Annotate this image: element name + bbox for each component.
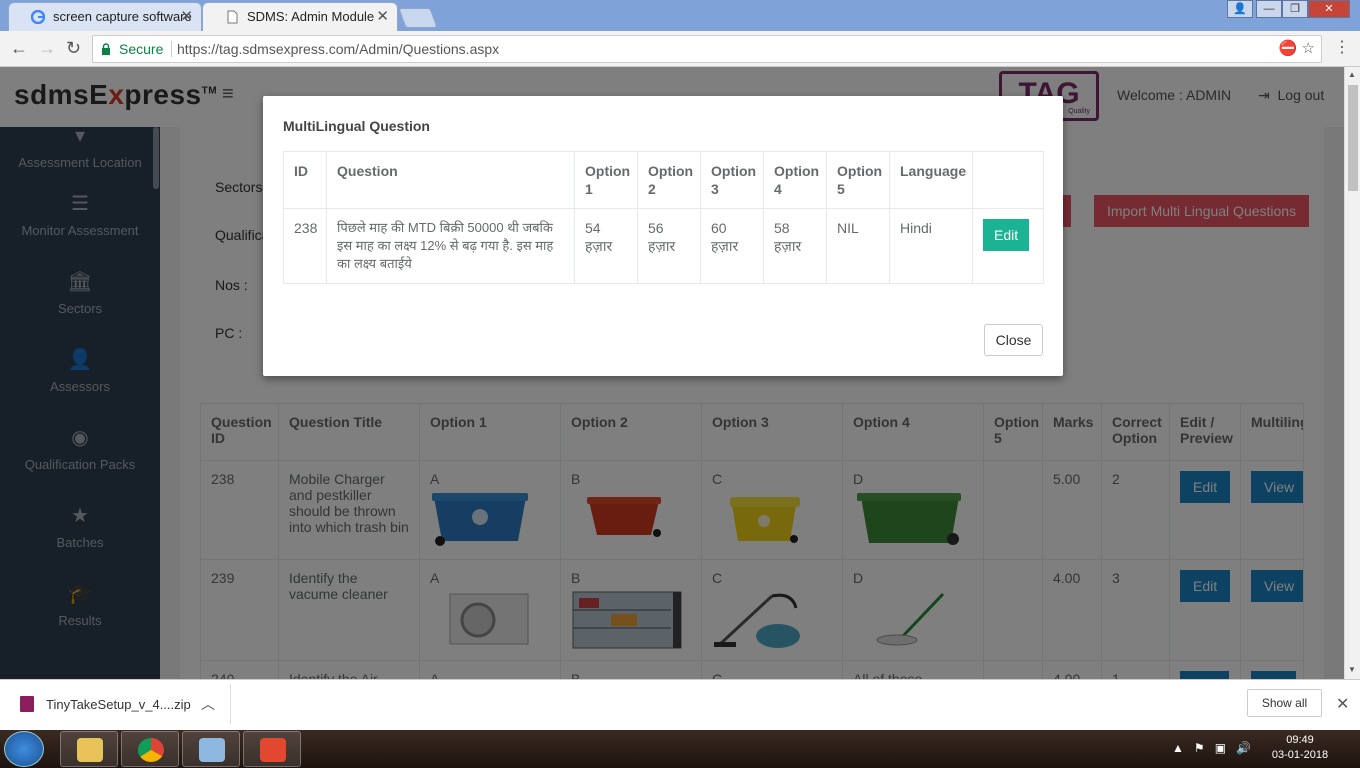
volume-icon[interactable]: 🔊 [1236, 741, 1251, 755]
zip-file-icon [20, 696, 34, 712]
page-scrollbar[interactable]: ▲ ▼ [1344, 67, 1360, 679]
new-tab-button[interactable] [398, 8, 438, 28]
cell-option-3: 60 हज़ार [700, 208, 764, 284]
clock-date: 03-01-2018 [1271, 749, 1329, 761]
column-header: Language [889, 151, 973, 209]
cell-id: 238 [283, 208, 327, 284]
secure-label: Secure [119, 41, 164, 57]
address-bar-row: ← → ↻ Secure https://tag.sdmsexpress.com… [0, 31, 1360, 67]
app-cube-taskbar-icon[interactable] [182, 731, 240, 767]
download-item[interactable]: TinyTakeSetup_v_4....zip [20, 696, 191, 712]
chrome-taskbar-icon[interactable] [121, 731, 179, 767]
clock-time: 09:49 [1286, 734, 1314, 746]
close-download-bar-icon[interactable]: ✕ [1336, 694, 1349, 714]
download-separator [230, 684, 231, 724]
url-actions: ⛔ ☆ [1279, 36, 1315, 62]
blocked-content-icon[interactable]: ⛔ [1279, 40, 1298, 57]
close-tab-icon[interactable]: ✕ [376, 3, 389, 30]
cell-option-4: 58 हज़ार [763, 208, 827, 284]
tab-title: SDMS: Admin Module [247, 9, 375, 24]
url-input[interactable]: Secure https://tag.sdmsexpress.com/Admin… [92, 35, 1322, 63]
bookmark-star-icon[interactable]: ☆ [1302, 40, 1315, 57]
show-all-button[interactable]: Show all [1247, 689, 1322, 717]
close-modal-button[interactable]: Close [984, 324, 1043, 356]
file-explorer-taskbar-icon[interactable] [60, 731, 118, 767]
cell-language: Hindi [889, 208, 973, 284]
column-header: Option 3 [700, 151, 764, 209]
multilingual-question-modal: MultiLingual Question ID Question Option… [263, 96, 1063, 376]
column-header: ID [283, 151, 327, 209]
edit-multilingual-button[interactable]: Edit [983, 219, 1030, 251]
camera-app-taskbar-icon[interactable] [243, 731, 301, 767]
network-icon[interactable]: ▣ [1215, 741, 1226, 755]
modal-header-row: ID Question Option 1 Option 2 Option 3 O… [283, 151, 1044, 209]
download-bar: TinyTakeSetup_v_4....zip ︿ Show all ✕ [0, 679, 1360, 730]
window-close-button[interactable]: ✕ [1308, 0, 1350, 18]
maximize-button[interactable]: ❐ [1282, 0, 1308, 18]
modal-row: 238 पिछले माह की MTD बिक्री 50000 थी जबक… [283, 208, 1044, 284]
column-header: Option 4 [763, 151, 827, 209]
scroll-up-icon[interactable]: ▲ [1348, 70, 1356, 79]
forward-arrow-icon[interactable]: → [38, 39, 56, 57]
close-tab-icon[interactable]: ✕ [180, 3, 193, 30]
tab-title: screen capture software [53, 9, 192, 24]
column-header: Question [326, 151, 575, 209]
taskbar-clock[interactable]: 09:49 03-01-2018 [1268, 733, 1332, 763]
document-icon [227, 10, 238, 24]
browser-menu-icon[interactable]: ⋮ [1334, 39, 1350, 57]
system-tray[interactable]: ▲ ⚑ ▣ 🔊 [1172, 741, 1251, 755]
show-hidden-icons-icon[interactable]: ▲ [1172, 741, 1184, 755]
browser-tab-sdms[interactable]: SDMS: Admin Module ✕ [202, 2, 398, 31]
lock-icon [102, 43, 110, 55]
windows-start-button[interactable] [4, 731, 44, 767]
cell-option-5: NIL [826, 208, 890, 284]
browser-tab-screen-capture[interactable]: screen capture software ✕ [8, 2, 202, 31]
modal-title: MultiLingual Question [283, 118, 430, 134]
cell-option-2: 56 हज़ार [637, 208, 701, 284]
download-filename: TinyTakeSetup_v_4....zip [46, 697, 191, 712]
minimize-button[interactable]: — [1256, 0, 1282, 18]
flag-icon[interactable]: ⚑ [1194, 741, 1205, 755]
chevron-up-icon[interactable]: ︿ [201, 694, 215, 714]
user-profile-button[interactable]: 👤 [1227, 0, 1253, 18]
column-header [972, 151, 1044, 209]
column-header: Option 1 [574, 151, 638, 209]
page-viewport: sdmsExpressTM ≡ TAGQuality Welcome : ADM… [0, 67, 1344, 679]
modal-backdrop[interactable]: MultiLingual Question ID Question Option… [0, 67, 1344, 679]
column-header: Option 2 [637, 151, 701, 209]
scroll-down-icon[interactable]: ▼ [1348, 665, 1356, 674]
url-text: https://tag.sdmsexpress.com/Admin/Questi… [177, 41, 500, 57]
cell-question: पिछले माह की MTD बिक्री 50000 थी जबकि इस… [326, 208, 575, 284]
google-icon [31, 10, 45, 24]
scrollbar-thumb[interactable] [1348, 85, 1358, 191]
cell-option-1: 54 हज़ार [574, 208, 638, 284]
url-separator [171, 41, 172, 57]
browser-tab-strip: screen capture software ✕ SDMS: Admin Mo… [0, 0, 1360, 31]
reload-icon[interactable]: ↻ [66, 39, 81, 57]
back-arrow-icon[interactable]: ← [10, 39, 28, 57]
windows-taskbar: ▲ ⚑ ▣ 🔊 09:49 03-01-2018 [0, 730, 1360, 768]
column-header: Option 5 [826, 151, 890, 209]
cell-action: Edit [972, 208, 1044, 284]
multilingual-table: ID Question Option 1 Option 2 Option 3 O… [283, 151, 1044, 284]
